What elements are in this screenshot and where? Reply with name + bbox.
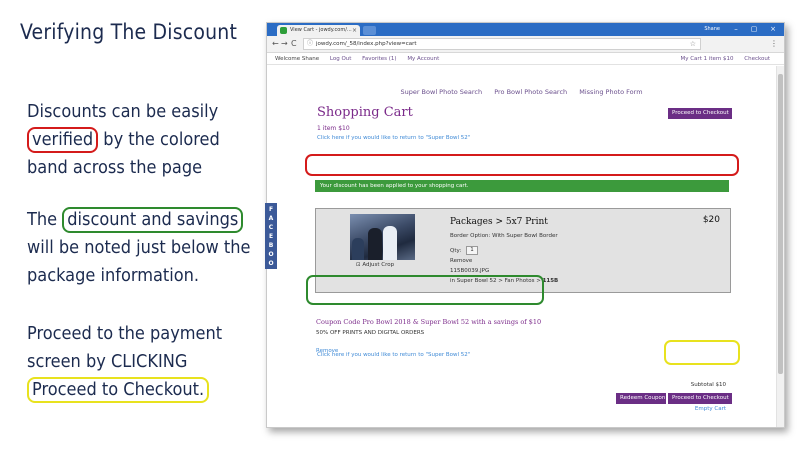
proceed-checkout-top-button[interactable]: Proceed to Checkout	[668, 108, 732, 119]
page-content: Super Bowl Photo Search Pro Bowl Photo S…	[267, 65, 784, 427]
border-option: Border Option: With Super Bowl Border	[450, 233, 558, 239]
facebook-letter: A	[268, 215, 274, 222]
qty-label: Qty:	[450, 248, 462, 254]
tab-close-icon[interactable]: ×	[352, 25, 357, 36]
reload-icon[interactable]: C	[291, 38, 297, 50]
browser-tab[interactable]: View Cart - jowdy.com/... ×	[277, 25, 360, 36]
annotation-outline-banner	[305, 154, 739, 176]
package-name: Packages > 5x7 Print	[450, 217, 548, 227]
p2-text-before: The	[27, 209, 63, 230]
coupon-code: Coupon Code Pro Bowl 2018 & Super Bowl 5…	[316, 318, 542, 326]
quantity-row: Qty: 1	[450, 246, 478, 255]
facebook-letter: B	[268, 242, 274, 249]
pro-bowl-search-link[interactable]: Pro Bowl Photo Search	[494, 88, 567, 96]
missing-photo-form-link[interactable]: Missing Photo Form	[579, 88, 642, 96]
favorites-link[interactable]: Favorites (1)	[362, 56, 396, 62]
browser-menu-icon[interactable]: ⋮	[770, 38, 778, 50]
checkout-link[interactable]: Checkout	[744, 56, 770, 62]
p2-text-after: will be noted just below the package inf…	[27, 237, 251, 286]
page-title: Shopping Cart	[317, 105, 413, 120]
browser-user[interactable]: Shane	[704, 23, 720, 36]
facebook-letter: F	[268, 206, 274, 213]
new-tab-button[interactable]	[363, 26, 376, 35]
photo-figure	[368, 228, 382, 260]
return-link-top[interactable]: Click here if you would like to return t…	[317, 135, 470, 141]
p1-text-before: Discounts can be easily	[27, 101, 219, 122]
adjust-crop-link[interactable]: ⊡ Adjust Crop	[356, 262, 394, 268]
discount-banner: Your discount has been applied to your s…	[315, 180, 729, 192]
welcome-text: Welcome Shane	[275, 56, 320, 62]
adjust-crop-label: Adjust Crop	[362, 262, 395, 268]
photo-figure	[383, 226, 397, 260]
bookmark-star-icon[interactable]: ☆	[690, 39, 696, 49]
slide-title: Verifying The Discount	[20, 20, 238, 44]
favicon-icon	[280, 27, 287, 34]
photo-filename: 115B0039.JPG	[450, 268, 490, 274]
paragraph-proceed: Proceed to the payment screen by CLICKIN…	[27, 320, 257, 404]
paragraph-discount-verified: Discounts can be easily verified by the …	[27, 98, 257, 182]
annotation-outline-checkout	[664, 340, 740, 365]
facebook-letter: O	[268, 251, 274, 258]
crop-icon: ⊡	[356, 262, 361, 268]
facebook-letter: O	[268, 260, 274, 267]
url-text: jowdy.com/_58/index.php?view=cart	[316, 41, 417, 47]
photo-figure	[352, 238, 364, 260]
title-bar: View Cart - jowdy.com/... × Shane – ▢ ×	[267, 23, 784, 36]
annotation-outline-coupon	[306, 275, 544, 305]
facebook-tab[interactable]: F A C E B O O K	[265, 203, 277, 276]
highlight-verified: verified	[27, 127, 99, 153]
proceed-checkout-button[interactable]: Proceed to Checkout	[668, 393, 732, 404]
highlight-proceed-checkout: Proceed to Checkout.	[27, 377, 210, 403]
search-links: Super Bowl Photo Search Pro Bowl Photo S…	[267, 88, 776, 96]
my-cart-link[interactable]: My Cart 1 item $10	[680, 56, 733, 62]
highlight-discount-savings: discount and savings	[62, 207, 244, 233]
quantity-input[interactable]: 1	[465, 246, 478, 255]
browser-window: View Cart - jowdy.com/... × Shane – ▢ × …	[266, 22, 785, 428]
logout-link[interactable]: Log Out	[330, 56, 352, 62]
close-window-icon[interactable]: ×	[767, 23, 779, 36]
site-nav-bar: Welcome Shane Log Out Favorites (1) My A…	[267, 53, 784, 65]
my-account-link[interactable]: My Account	[407, 56, 439, 62]
facebook-letter: C	[268, 224, 274, 231]
p3-text-before: Proceed to the payment screen by CLICKIN…	[27, 323, 223, 372]
photo-path-folder[interactable]: 115B	[543, 278, 559, 284]
maximize-icon[interactable]: ▢	[748, 23, 760, 36]
remove-item-link[interactable]: Remove	[450, 258, 472, 264]
forward-arrow-icon[interactable]: →	[281, 38, 288, 50]
back-arrow-icon[interactable]: ←	[272, 38, 279, 50]
return-link-bottom[interactable]: Click here if you would like to return t…	[317, 352, 470, 358]
product-photo[interactable]	[350, 214, 415, 260]
tab-title: View Cart - jowdy.com/...	[290, 27, 352, 33]
scrollbar[interactable]	[776, 66, 784, 427]
address-bar: ← → C ⓘ jowdy.com/_58/index.php?view=car…	[267, 36, 784, 53]
redeem-coupon-button[interactable]: Redeem Coupon	[616, 393, 666, 404]
coupon-description: 50% OFF PRINTS AND DIGITAL ORDERS	[316, 330, 425, 336]
facebook-letter: K	[268, 269, 274, 276]
paragraph-discount-savings: The discount and savings will be noted j…	[27, 206, 262, 290]
facebook-letter: E	[268, 233, 274, 240]
subtotal: Subtotal $10	[690, 382, 726, 388]
scroll-thumb[interactable]	[778, 74, 783, 374]
info-icon[interactable]: ⓘ	[307, 39, 313, 49]
minimize-icon[interactable]: –	[730, 23, 742, 36]
super-bowl-search-link[interactable]: Super Bowl Photo Search	[400, 88, 482, 96]
item-price: $20	[702, 215, 720, 225]
empty-cart-link[interactable]: Empty Cart	[695, 406, 726, 412]
cart-item-count: 1 item $10	[317, 125, 350, 132]
url-input[interactable]: ⓘ jowdy.com/_58/index.php?view=cart ☆	[303, 38, 701, 50]
